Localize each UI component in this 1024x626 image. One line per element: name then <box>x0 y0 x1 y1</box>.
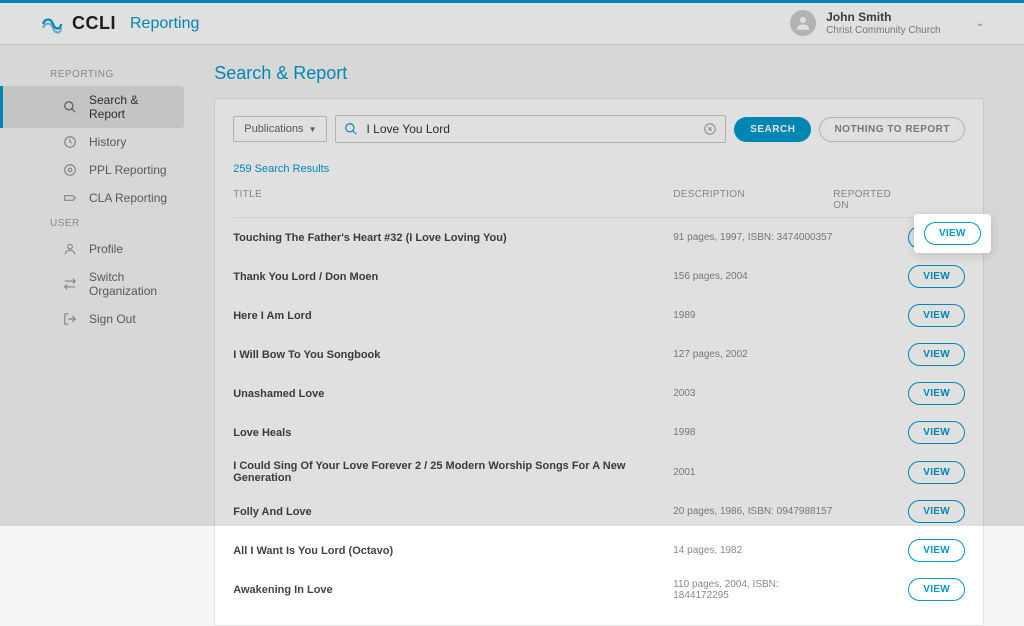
ccli-logo-icon <box>40 12 64 36</box>
sidebar-item-label: History <box>89 135 126 149</box>
sidebar: REPORTING Search & Report History PPL Repo… <box>0 45 194 626</box>
user-menu[interactable]: John Smith Christ Community Church ⌄ <box>790 10 984 36</box>
table-row: Folly And Love 20 pages, 1986, ISBN: 094… <box>233 492 965 531</box>
search-icon <box>344 122 358 136</box>
sidebar-item-history[interactable]: History <box>0 128 194 156</box>
sidebar-section-user: USER <box>0 212 194 235</box>
result-description: 1989 <box>673 310 833 321</box>
table-row: Unashamed Love 2003 VIEW <box>233 374 965 413</box>
search-button[interactable]: SEARCH <box>734 117 811 142</box>
brand-sub: Reporting <box>130 15 199 33</box>
sidebar-item-label: Search & Report <box>89 93 174 121</box>
view-button[interactable]: VIEW <box>908 304 965 327</box>
history-icon <box>63 135 77 149</box>
filter-label: Publications <box>244 123 303 135</box>
nothing-to-report-button[interactable]: NOTHING TO REPORT <box>819 117 965 142</box>
sidebar-item-label: Profile <box>89 242 123 256</box>
sidebar-item-label: PPL Reporting <box>89 163 167 177</box>
result-description: 1998 <box>673 427 833 438</box>
logo[interactable]: CCLI Reporting <box>40 12 199 36</box>
table-row: Awakening In Love 110 pages, 2004, ISBN:… <box>233 570 965 609</box>
view-button[interactable]: VIEW <box>908 343 965 366</box>
highlighted-view: VIEW <box>914 214 991 253</box>
profile-icon <box>63 242 77 256</box>
result-title: Folly And Love <box>233 506 673 518</box>
avatar <box>790 10 816 36</box>
result-title: I Will Bow To You Songbook <box>233 349 673 361</box>
view-button[interactable]: VIEW <box>908 500 965 523</box>
result-description: 156 pages, 2004 <box>673 271 833 282</box>
result-description: 14 pages, 1982 <box>673 545 833 556</box>
ppl-icon <box>63 163 77 177</box>
sidebar-item-label: Switch Organization <box>89 270 184 298</box>
chevron-down-icon: ⌄ <box>976 18 984 29</box>
sidebar-item-ppl-reporting[interactable]: PPL Reporting <box>0 156 194 184</box>
table-row: I Will Bow To You Songbook 127 pages, 20… <box>233 335 965 374</box>
header: CCLI Reporting John Smith Christ Communi… <box>0 3 1024 45</box>
search-panel: Publications ▼ SEARCH NOTHING TO REPORT … <box>214 98 984 626</box>
table-row: All I Want Is You Lord (Octavo) 14 pages… <box>233 531 965 570</box>
user-name: John Smith <box>826 10 940 24</box>
signout-icon <box>63 312 77 326</box>
table-row: Thank You Lord / Don Moen 156 pages, 200… <box>233 257 965 296</box>
result-title: I Could Sing Of Your Love Forever 2 / 25… <box>233 460 673 484</box>
result-title: Touching The Father's Heart #32 (I Love … <box>233 232 673 244</box>
view-button[interactable]: VIEW <box>908 265 965 288</box>
table-row: Touching The Father's Heart #32 (I Love … <box>233 218 965 257</box>
table-header: TITLE DESCRIPTION REPORTED ON <box>233 183 965 218</box>
sidebar-item-sign-out[interactable]: Sign Out <box>0 305 194 333</box>
cla-icon <box>63 191 77 205</box>
sidebar-item-label: Sign Out <box>89 312 136 326</box>
result-title: Unashamed Love <box>233 388 673 400</box>
result-description: 127 pages, 2002 <box>673 349 833 360</box>
result-title: All I Want Is You Lord (Octavo) <box>233 545 673 557</box>
result-title: Awakening In Love <box>233 584 673 596</box>
clear-icon[interactable] <box>703 122 717 136</box>
search-input[interactable] <box>358 117 703 141</box>
table-row: Love Heals 1998 VIEW <box>233 413 965 452</box>
sidebar-item-search-report[interactable]: Search & Report <box>0 86 184 128</box>
view-button-highlighted[interactable]: VIEW <box>924 222 981 245</box>
search-icon <box>63 100 77 114</box>
sidebar-item-switch-organization[interactable]: Switch Organization <box>0 263 194 305</box>
sidebar-item-label: CLA Reporting <box>89 191 167 205</box>
result-title: Love Heals <box>233 427 673 439</box>
result-description: 110 pages, 2004, ISBN: 1844172295 <box>673 579 833 601</box>
result-description: 91 pages, 1997, ISBN: 3474000357 <box>673 232 833 243</box>
user-org: Christ Community Church <box>826 25 940 37</box>
view-button[interactable]: VIEW <box>908 539 965 562</box>
col-header-title: TITLE <box>233 189 673 211</box>
result-description: 20 pages, 1986, ISBN: 0947988157 <box>673 506 833 517</box>
col-header-description: DESCRIPTION <box>673 189 833 211</box>
result-title: Here I Am Lord <box>233 310 673 322</box>
result-description: 2003 <box>673 388 833 399</box>
view-button[interactable]: VIEW <box>908 382 965 405</box>
view-button[interactable]: VIEW <box>908 578 965 601</box>
sidebar-item-cla-reporting[interactable]: CLA Reporting <box>0 184 194 212</box>
results-count: 259 Search Results <box>233 163 965 175</box>
view-button[interactable]: VIEW <box>908 421 965 444</box>
table-row: I Could Sing Of Your Love Forever 2 / 25… <box>233 452 965 492</box>
view-button[interactable]: VIEW <box>908 461 965 484</box>
table-row: Here I Am Lord 1989 VIEW <box>233 296 965 335</box>
col-header-reported: REPORTED ON <box>833 189 908 211</box>
switch-icon <box>63 277 77 291</box>
result-title: Thank You Lord / Don Moen <box>233 271 673 283</box>
filter-dropdown[interactable]: Publications ▼ <box>233 116 327 142</box>
sidebar-section-reporting: REPORTING <box>0 63 194 86</box>
result-description: 2001 <box>673 467 833 478</box>
caret-down-icon: ▼ <box>309 125 317 134</box>
sidebar-item-profile[interactable]: Profile <box>0 235 194 263</box>
brand-name: CCLI <box>72 13 116 34</box>
page-title: Search & Report <box>214 63 984 84</box>
